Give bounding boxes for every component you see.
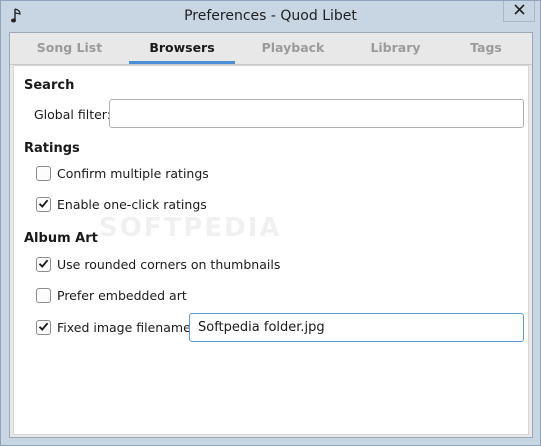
tab-playback[interactable]: Playback bbox=[235, 33, 351, 63]
browsers-panel: SOFTPEDIA Search Global filter: Ratings … bbox=[13, 65, 529, 435]
preferences-window: Preferences - Quod Libet Song List Brows… bbox=[0, 0, 541, 446]
fixed-image-filename-input[interactable]: Softpedia folder.jpg bbox=[189, 313, 524, 342]
close-button[interactable] bbox=[503, 1, 535, 22]
tab-song-list[interactable]: Song List bbox=[10, 33, 129, 63]
rounded-corners-label[interactable]: Use rounded corners on thumbnails bbox=[57, 257, 280, 272]
one-click-ratings-checkbox[interactable] bbox=[36, 197, 51, 212]
global-filter-label: Global filter: bbox=[34, 107, 111, 122]
checkmark-icon bbox=[38, 258, 49, 272]
ratings-section-title: Ratings bbox=[24, 141, 80, 156]
confirm-multiple-ratings-label[interactable]: Confirm multiple ratings bbox=[57, 166, 209, 181]
album-art-section-title: Album Art bbox=[24, 231, 98, 246]
search-section-title: Search bbox=[24, 78, 75, 93]
fixed-image-filename-checkbox[interactable] bbox=[36, 320, 51, 335]
fixed-image-filename-label[interactable]: Fixed image filename: bbox=[57, 320, 195, 335]
rounded-corners-checkbox[interactable] bbox=[36, 257, 51, 272]
tab-tags[interactable]: Tags bbox=[440, 33, 532, 63]
softpedia-watermark: SOFTPEDIA bbox=[99, 213, 282, 243]
confirm-multiple-ratings-checkbox[interactable] bbox=[36, 166, 51, 181]
title-bar[interactable]: Preferences - Quod Libet bbox=[1, 1, 540, 32]
one-click-ratings-label[interactable]: Enable one-click ratings bbox=[57, 197, 207, 212]
close-icon bbox=[513, 4, 525, 18]
preferences-content: Song List Browsers Playback Library Tags… bbox=[9, 32, 533, 438]
global-filter-input[interactable] bbox=[109, 99, 524, 128]
prefer-embedded-art-label[interactable]: Prefer embedded art bbox=[57, 288, 187, 303]
tab-library[interactable]: Library bbox=[351, 33, 440, 63]
checkmark-icon bbox=[38, 321, 49, 335]
window-title: Preferences - Quod Libet bbox=[184, 8, 357, 24]
tab-browsers[interactable]: Browsers bbox=[129, 33, 235, 64]
tab-bar: Song List Browsers Playback Library Tags bbox=[10, 33, 532, 65]
checkmark-icon bbox=[38, 198, 49, 212]
prefer-embedded-art-checkbox[interactable] bbox=[36, 288, 51, 303]
